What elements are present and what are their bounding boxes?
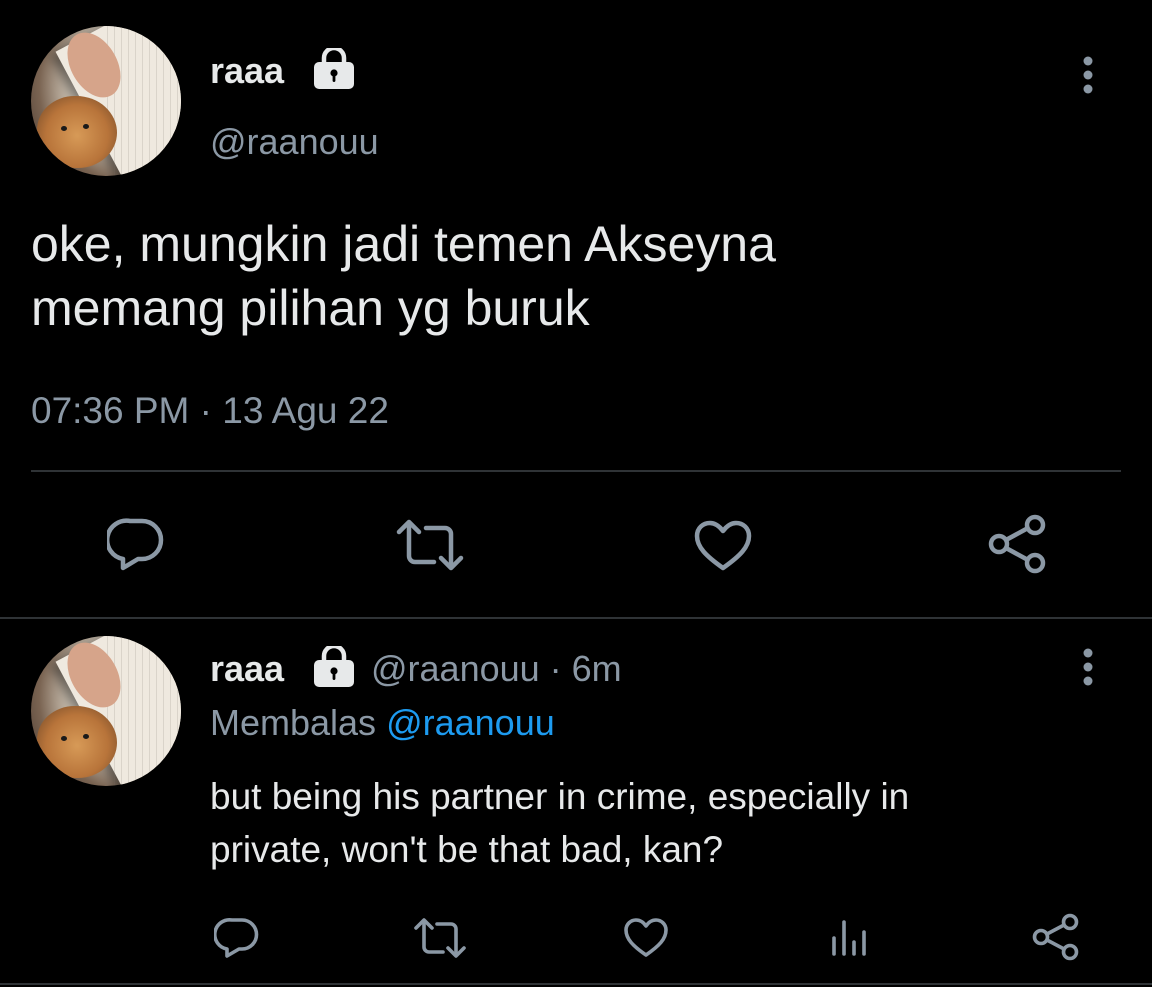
- retweet-icon[interactable]: [396, 518, 464, 572]
- lock-icon: [312, 48, 356, 90]
- tweet-text-line-1: oke, mungkin jadi temen Akseyna: [31, 216, 776, 272]
- share-icon[interactable]: [986, 514, 1050, 574]
- avatar[interactable]: [31, 636, 181, 786]
- replying-to-link[interactable]: @raanouu: [386, 702, 555, 743]
- avatar[interactable]: [31, 26, 181, 176]
- more-vertical-icon[interactable]: [1076, 56, 1100, 96]
- share-icon[interactable]: [1030, 913, 1082, 961]
- bottom-divider: [0, 983, 1152, 985]
- like-icon[interactable]: [694, 520, 752, 572]
- replying-prefix: Membalas: [210, 702, 377, 743]
- tweet-text-line-2: private, won't be that bad, kan?: [210, 829, 724, 870]
- display-name[interactable]: raaa: [210, 649, 284, 689]
- reply-icon[interactable]: [214, 917, 260, 959]
- display-name[interactable]: raaa: [210, 51, 284, 91]
- lock-icon: [312, 646, 356, 688]
- analytics-icon[interactable]: [829, 918, 871, 958]
- divider: [31, 470, 1121, 472]
- retweet-icon[interactable]: [413, 917, 467, 959]
- more-vertical-icon[interactable]: [1076, 648, 1100, 688]
- tweet-text-line-2: memang pilihan yg buruk: [31, 280, 590, 336]
- reply-icon[interactable]: [107, 518, 165, 572]
- handle[interactable]: @raanouu: [210, 122, 379, 162]
- section-divider: [0, 617, 1152, 619]
- tweet-text-line-1: but being his partner in crime, especial…: [210, 776, 910, 817]
- handle-and-time[interactable]: @raanouu · 6m: [371, 649, 622, 689]
- like-icon[interactable]: [623, 918, 669, 958]
- replying-to-line: Membalas @raanouu: [210, 703, 555, 743]
- timestamp[interactable]: 07:36 PM · 13 Agu 22: [31, 390, 389, 432]
